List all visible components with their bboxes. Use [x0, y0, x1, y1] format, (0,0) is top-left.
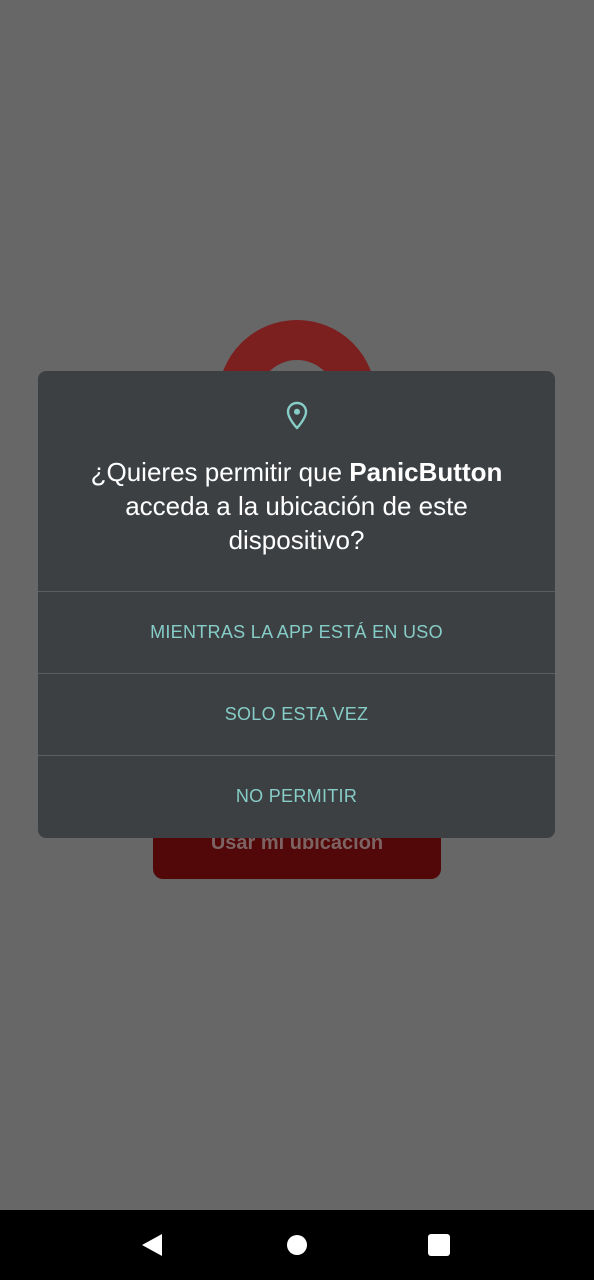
dialog-title: ¿Quieres permitir que PanicButton acceda…	[62, 455, 532, 557]
back-icon[interactable]	[142, 1234, 162, 1256]
recents-icon[interactable]	[428, 1234, 450, 1256]
allow-while-in-use-button[interactable]: MIENTRAS LA APP ESTÁ EN USO	[38, 591, 555, 673]
home-icon[interactable]	[287, 1235, 307, 1255]
navigation-bar	[0, 1210, 594, 1280]
location-permission-dialog: ¿Quieres permitir que PanicButton acceda…	[38, 371, 555, 838]
dialog-header: ¿Quieres permitir que PanicButton acceda…	[38, 371, 555, 591]
title-prefix: ¿Quieres permitir que	[90, 457, 350, 487]
title-suffix: acceda a la ubicación de este dispositiv…	[125, 491, 468, 555]
location-pin-icon	[286, 401, 307, 430]
screen: Usar mi ubicación ¿Quieres permitir que …	[0, 0, 594, 1280]
deny-button[interactable]: NO PERMITIR	[38, 755, 555, 837]
allow-only-this-time-button[interactable]: SOLO ESTA VEZ	[38, 673, 555, 755]
app-name: PanicButton	[349, 457, 503, 487]
